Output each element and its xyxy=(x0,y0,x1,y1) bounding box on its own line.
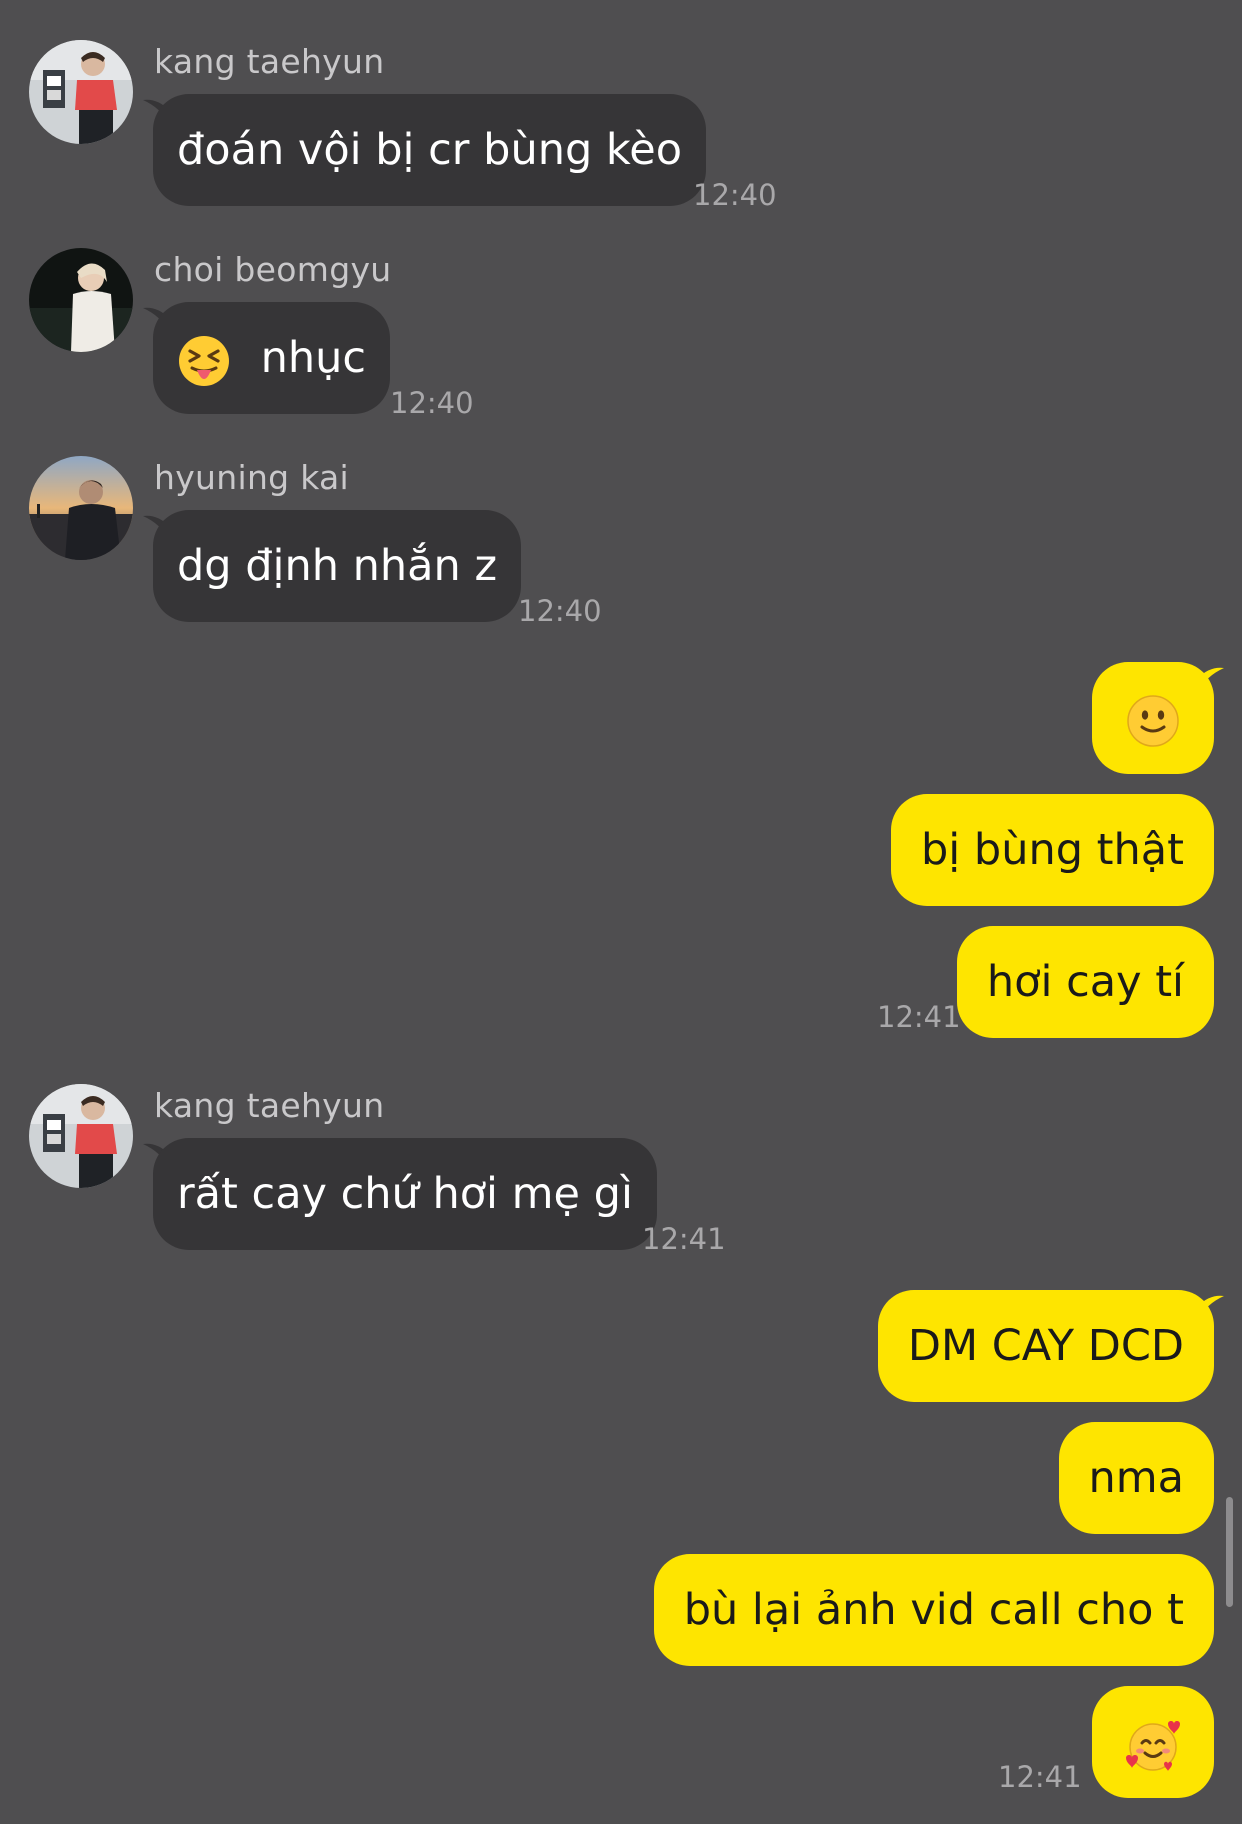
message-timestamp: 12:40 xyxy=(518,594,602,628)
message-text: DM CAY DCD xyxy=(907,1321,1184,1371)
message-timestamp: 12:41 xyxy=(998,1760,1082,1794)
message-bubble[interactable]: hơi cay tí xyxy=(956,926,1214,1038)
message-text: dg định nhắn z xyxy=(177,541,498,591)
sender-name: kang taehyun xyxy=(154,42,385,81)
message-text: nhục xyxy=(260,333,367,383)
squinting-tongue-emoji xyxy=(177,334,231,388)
sender-name: choi beomgyu xyxy=(154,250,392,289)
avatar-kang-taehyun[interactable] xyxy=(29,1084,133,1188)
message-timestamp: 12:41 xyxy=(642,1222,726,1256)
message-timestamp: 12:40 xyxy=(390,386,474,420)
smiling-face-with-hearts-emoji xyxy=(1124,1716,1182,1774)
sender-name: hyuning kai xyxy=(154,458,350,497)
message-text: hơi cay tí xyxy=(986,957,1184,1007)
message-bubble[interactable]: bị bùng thật xyxy=(891,794,1214,906)
message-bubble[interactable]: nma xyxy=(1058,1422,1214,1534)
slightly-smiling-face-emoji xyxy=(1126,694,1180,748)
message-text: rất cay chứ hơi mẹ gì xyxy=(177,1169,633,1219)
avatar-kang-taehyun[interactable] xyxy=(29,40,133,144)
sender-name: kang taehyun xyxy=(154,1086,385,1125)
message-text: đoán vội bị cr bùng kèo xyxy=(177,125,683,175)
message-bubble[interactable]: dg định nhắn z xyxy=(153,510,522,622)
message-text: nma xyxy=(1088,1453,1185,1503)
message-bubble[interactable]: rất cay chứ hơi mẹ gì xyxy=(153,1138,657,1250)
message-bubble[interactable]: nhục xyxy=(153,302,391,414)
message-bubble[interactable] xyxy=(1092,1686,1214,1798)
message-bubble[interactable]: DM CAY DCD xyxy=(877,1290,1214,1402)
message-text: bị bùng thật xyxy=(921,825,1184,875)
message-timestamp: 12:41 xyxy=(877,1000,961,1034)
message-text: bù lại ảnh vid call cho t xyxy=(683,1585,1184,1635)
message-timestamp: 12:40 xyxy=(693,178,777,212)
avatar-choi-beomgyu[interactable] xyxy=(29,248,133,352)
message-bubble[interactable] xyxy=(1092,662,1214,774)
message-bubble[interactable]: đoán vội bị cr bùng kèo xyxy=(153,94,707,206)
message-bubble[interactable]: bù lại ảnh vid call cho t xyxy=(653,1554,1214,1666)
scrollbar[interactable] xyxy=(1226,1497,1233,1607)
avatar-hyuning-kai[interactable] xyxy=(29,456,133,560)
